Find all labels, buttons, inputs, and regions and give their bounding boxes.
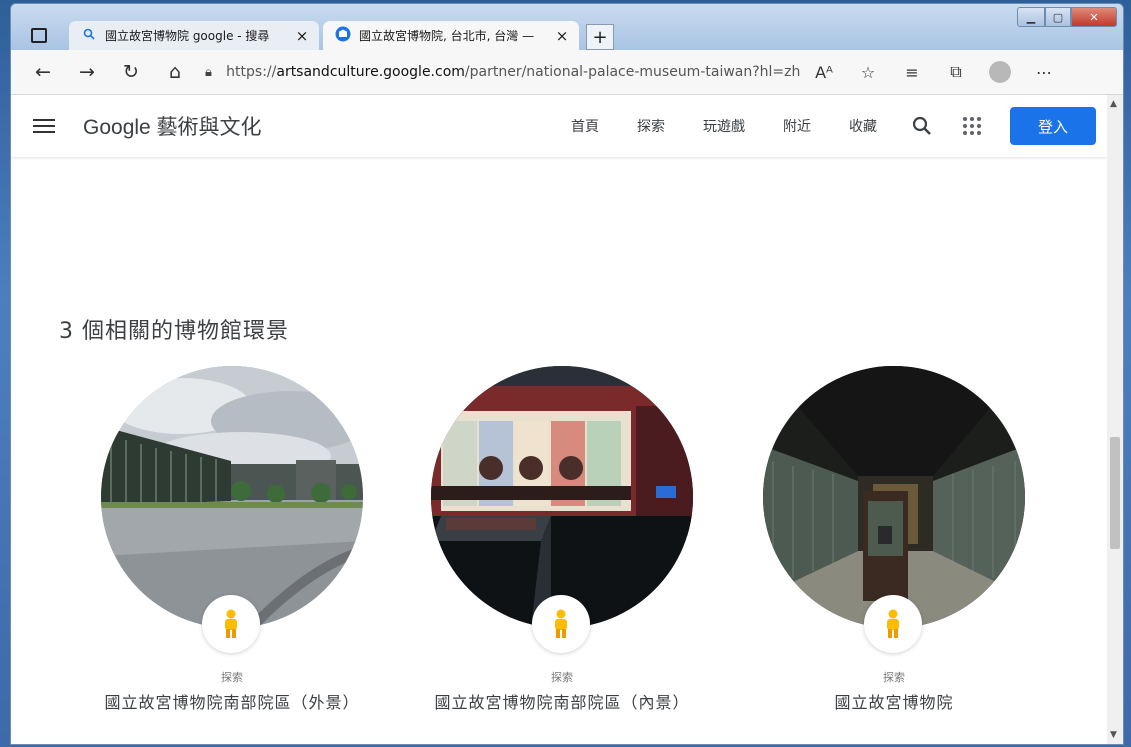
browser-toolbar: ← → ↻ ⌂ 🔒︎ https://artsandculture.google… xyxy=(11,50,1123,95)
vertical-scrollbar[interactable]: ▲ ▼ xyxy=(1107,95,1123,744)
refresh-button[interactable]: ↻ xyxy=(109,56,153,88)
card-title[interactable]: 國立故宮博物院南部院區（內景） xyxy=(401,689,723,713)
read-aloud-button[interactable]: Aᴬ xyxy=(802,56,846,88)
card-kicker: 探索 xyxy=(221,671,243,684)
close-window-button[interactable]: ✕ xyxy=(1071,7,1117,27)
card-kicker: 探索 xyxy=(883,671,905,684)
forward-button[interactable]: → xyxy=(65,56,109,88)
card-title[interactable]: 國立故宮博物院 xyxy=(733,689,1055,713)
street-view-card-exterior[interactable]: 探索 國立故宮博物院南部院區（外景） xyxy=(101,366,363,736)
nav-explore[interactable]: 探索 xyxy=(637,116,665,136)
tab-arts-culture[interactable]: 國立故宮博物院, 台北市, 台灣 — × xyxy=(323,21,579,50)
street-view-card-interior[interactable]: 探索 國立故宮博物院南部院區（內景） xyxy=(431,366,693,736)
avatar xyxy=(989,61,1011,83)
sign-in-button[interactable]: 登入 xyxy=(1010,107,1096,145)
tab-close-button[interactable]: × xyxy=(291,27,313,45)
home-button[interactable]: ⌂ xyxy=(153,56,197,88)
tab-actions-button[interactable] xyxy=(21,23,57,47)
site-logo[interactable]: Google 藝術與文化 xyxy=(83,111,262,141)
url-path: /partner/national-palace-museum-taiwan?h… xyxy=(464,64,800,80)
panorama-thumbnail[interactable] xyxy=(101,366,363,628)
nav-play[interactable]: 玩遊戲 xyxy=(703,116,745,136)
scroll-down-arrow-icon[interactable]: ▼ xyxy=(1110,730,1117,740)
read-aloud-icon: Aᴬ xyxy=(815,62,833,82)
scroll-up-arrow-icon[interactable]: ▲ xyxy=(1110,99,1117,109)
collections-icon[interactable]: ⧉ xyxy=(934,56,978,88)
section-title: 3 個相關的博物館環景 xyxy=(59,319,289,344)
nav-nearby[interactable]: 附近 xyxy=(783,116,811,136)
apps-grid-icon[interactable] xyxy=(963,117,981,135)
site-header: Google 藝術與文化 首頁 探索 玩遊戲 附近 收藏 登入 xyxy=(11,95,1107,157)
tab-title: 國立故宮博物院 google - 搜尋 xyxy=(105,29,270,43)
more-options-icon[interactable]: ⋯ xyxy=(1022,56,1066,88)
search-icon[interactable] xyxy=(909,113,935,139)
lock-icon: 🔒︎ xyxy=(205,64,212,80)
url-text: https://artsandculture.google.com/partne… xyxy=(226,64,800,80)
tab-search[interactable]: 國立故宮博物院 google - 搜尋 × xyxy=(69,21,319,50)
favorites-icon[interactable]: ≡ xyxy=(890,56,934,88)
site-nav: 首頁 探索 玩遊戲 附近 收藏 xyxy=(571,95,915,157)
browser-window: 國立故宮博物院 google - 搜尋 × 國立故宮博物院, 台北市, 台灣 —… xyxy=(10,3,1124,745)
maximize-button[interactable]: ▢ xyxy=(1045,7,1071,27)
tab-strip: 國立故宮博物院 google - 搜尋 × 國立故宮博物院, 台北市, 台灣 —… xyxy=(11,4,1123,50)
pegman-icon xyxy=(532,595,590,653)
panorama-thumbnail[interactable] xyxy=(431,366,693,628)
search-icon xyxy=(81,28,97,43)
address-bar[interactable]: 🔒︎ https://artsandculture.google.com/par… xyxy=(205,57,800,87)
tab-close-button[interactable]: × xyxy=(551,27,573,45)
url-host: artsandculture.google.com xyxy=(276,64,465,80)
menu-icon[interactable] xyxy=(33,119,55,133)
pegman-icon xyxy=(202,595,260,653)
back-button[interactable]: ← xyxy=(21,56,65,88)
card-kicker: 探索 xyxy=(551,671,573,684)
new-tab-button[interactable]: + xyxy=(586,24,614,50)
window-controls: ▁ ▢ ✕ xyxy=(1017,7,1117,27)
nav-home[interactable]: 首頁 xyxy=(571,116,599,136)
nav-favorites[interactable]: 收藏 xyxy=(849,116,877,136)
tab-title: 國立故宮博物院, 台北市, 台灣 — xyxy=(359,29,535,43)
page-viewport: Google 藝術與文化 首頁 探索 玩遊戲 附近 收藏 登入 3 個相關的博物… xyxy=(11,95,1107,744)
pegman-icon xyxy=(864,595,922,653)
street-view-card-museum[interactable]: 探索 國立故宮博物院 xyxy=(763,366,1025,736)
profile-button[interactable] xyxy=(978,56,1022,88)
scrollbar-thumb[interactable] xyxy=(1110,437,1120,549)
add-favorite-icon[interactable]: ☆ xyxy=(846,56,890,88)
card-title[interactable]: 國立故宮博物院南部院區（外景） xyxy=(71,689,393,713)
panorama-thumbnail[interactable] xyxy=(763,366,1025,628)
arts-culture-icon xyxy=(335,26,351,45)
url-prefix: https:// xyxy=(226,64,277,80)
minimize-button[interactable]: ▁ xyxy=(1017,7,1045,27)
tab-actions-icon xyxy=(31,27,47,43)
